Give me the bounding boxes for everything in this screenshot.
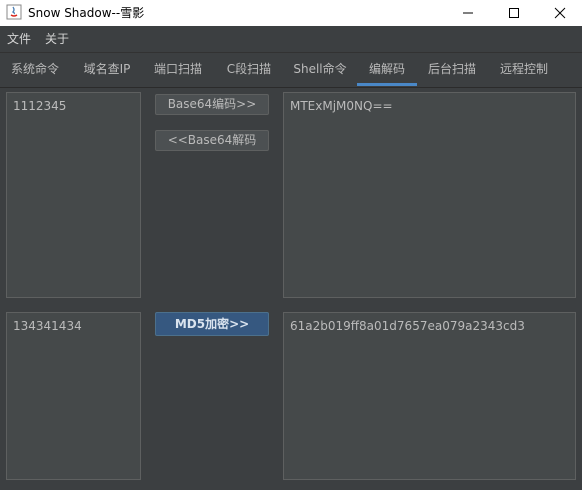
- minimize-button[interactable]: [450, 0, 486, 26]
- tab-bar: 系统命令 域名查IP 端口扫描 C段扫描 Shell命令 编解码 后台扫描 远程…: [0, 53, 582, 88]
- close-icon: [554, 7, 566, 19]
- tab-domain-ip[interactable]: 域名查IP: [76, 53, 138, 86]
- menu-bar: 文件 关于: [0, 26, 582, 53]
- md5-output-textarea[interactable]: 61a2b019ff8a01d7657ea079a2343cd3: [283, 312, 576, 480]
- java-icon: [6, 4, 22, 20]
- minimize-icon: [463, 12, 473, 14]
- tab-encode-decode[interactable]: 编解码: [357, 53, 417, 86]
- maximize-button[interactable]: [496, 0, 532, 26]
- tab-shell-command[interactable]: Shell命令: [286, 53, 354, 86]
- tab-port-scan[interactable]: 端口扫描: [146, 53, 210, 86]
- base64-output-textarea[interactable]: MTExMjM0NQ==: [283, 92, 576, 298]
- base64-input-textarea[interactable]: 1112345: [6, 92, 141, 298]
- menu-file[interactable]: 文件: [7, 26, 31, 52]
- base64-encode-button[interactable]: Base64编码>>: [155, 94, 269, 115]
- md5-input-textarea[interactable]: 134341434: [6, 312, 141, 480]
- tab-c-segment-scan[interactable]: C段扫描: [218, 53, 280, 86]
- close-button[interactable]: [542, 0, 578, 26]
- menu-about[interactable]: 关于: [45, 26, 69, 52]
- window-title: Snow Shadow--雪影: [28, 6, 145, 20]
- tab-admin-scan[interactable]: 后台扫描: [420, 53, 484, 86]
- tab-remote-control[interactable]: 远程控制: [492, 53, 556, 86]
- title-bar: Snow Shadow--雪影: [0, 0, 582, 26]
- maximize-icon: [509, 8, 519, 18]
- tab-system-command[interactable]: 系统命令: [3, 53, 67, 86]
- md5-encrypt-button[interactable]: MD5加密>>: [155, 312, 269, 336]
- base64-decode-button[interactable]: <<Base64解码: [155, 130, 269, 151]
